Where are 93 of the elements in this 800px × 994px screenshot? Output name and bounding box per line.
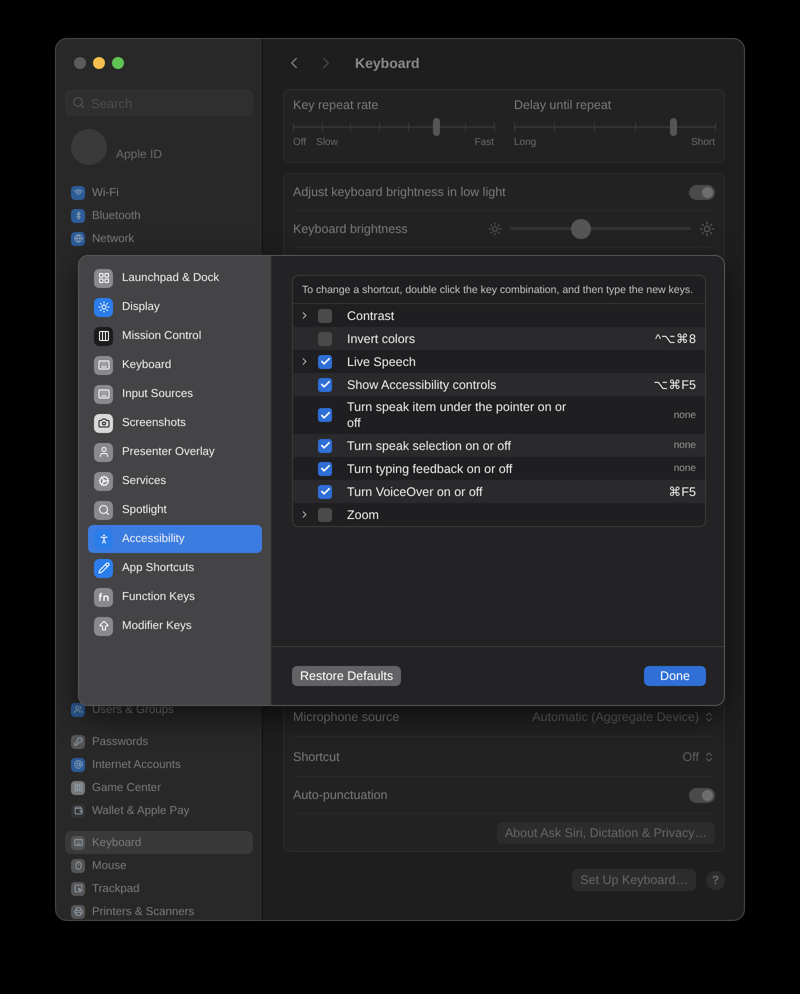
shortcut-label: Turn speak item under the pointer on or off <box>347 399 568 432</box>
checkbox[interactable] <box>318 508 332 522</box>
checkbox[interactable] <box>318 354 332 368</box>
checkbox[interactable] <box>318 484 332 498</box>
people-icon <box>71 702 85 716</box>
checkbox[interactable] <box>318 378 332 392</box>
camera-icon <box>94 414 113 432</box>
search-icon <box>94 500 113 520</box>
checkbox[interactable] <box>318 462 332 476</box>
slider-thumb[interactable] <box>670 118 677 136</box>
restore-defaults-button[interactable]: Restore Defaults <box>292 666 402 686</box>
minimize-window-button[interactable] <box>93 57 105 69</box>
slider-caption: Long <box>514 137 536 148</box>
category-item[interactable]: Presenter Overlay <box>88 438 262 466</box>
category-item[interactable]: Services <box>88 467 262 495</box>
windows-icon <box>94 326 113 346</box>
setting-label: Microphone source <box>293 710 400 724</box>
slider-caption: Fast <box>474 137 494 148</box>
slider-caption: Off <box>293 137 306 148</box>
shortcut-label: Zoom <box>347 506 380 524</box>
shortcut-label: Show Accessibility controls <box>347 376 498 394</box>
bluetooth-icon <box>71 208 85 222</box>
slider-label: Delay until repeat <box>514 98 612 112</box>
category-item[interactable]: Screenshots <box>88 409 262 437</box>
grid-icon <box>94 268 113 288</box>
key-combination[interactable]: ⌥⌘F5 <box>653 377 696 392</box>
slider-thumb[interactable] <box>570 219 591 239</box>
accessibility-icon <box>94 530 113 548</box>
printer-icon <box>71 904 85 918</box>
search-icon <box>72 96 85 109</box>
slider-caption: Short <box>691 137 715 148</box>
grid-icon <box>71 780 85 794</box>
up-down-chevron-icon <box>703 750 715 762</box>
category-item[interactable]: Spotlight <box>88 496 262 524</box>
shortcut-row[interactable]: Turn speak selection on or off none <box>293 434 705 457</box>
slider-label: Key repeat rate <box>293 98 380 112</box>
gears-icon <box>94 472 113 490</box>
key-combination[interactable]: none <box>674 463 696 474</box>
shortcut-label: Contrast <box>347 308 396 324</box>
mouse-icon <box>71 858 85 872</box>
slider-caption: Slow <box>316 137 338 148</box>
page-title: Keyboard <box>355 55 420 71</box>
up-down-chevron-icon <box>703 710 715 722</box>
person-icon <box>94 442 113 462</box>
checkbox[interactable] <box>318 438 332 452</box>
setting-label: Shortcut <box>293 750 340 764</box>
keyboard-icon <box>94 384 113 404</box>
category-item[interactable]: Keyboard <box>88 351 262 379</box>
fn-icon <box>94 588 113 606</box>
trackpad-icon <box>71 882 85 896</box>
checkbox[interactable] <box>318 332 332 346</box>
shortcut-label: Invert colors <box>347 330 416 348</box>
sun-icon <box>94 298 113 316</box>
category-item[interactable]: Function Keys <box>88 583 262 611</box>
globe-icon <box>71 232 85 246</box>
wifi-icon <box>71 186 85 200</box>
category-item[interactable]: App Shortcuts <box>88 554 262 582</box>
close-window-button[interactable] <box>74 57 86 69</box>
shortcut-row[interactable]: Show Accessibility controls ⌥⌘F5 <box>293 373 705 396</box>
toggle-switch[interactable] <box>689 184 715 200</box>
category-item[interactable]: Accessibility <box>88 525 262 553</box>
shift-arrow-icon <box>94 616 113 636</box>
key-combination[interactable]: none <box>674 410 696 420</box>
key-combination[interactable]: ^⌥⌘8 <box>655 331 696 346</box>
setting-label: Keyboard brightness <box>293 222 408 236</box>
category-item[interactable]: Modifier Keys <box>88 612 262 640</box>
slider-thumb[interactable] <box>432 118 440 136</box>
shortcut-label: Turn VoiceOver on or off <box>347 484 484 500</box>
key-icon <box>71 734 85 748</box>
zoom-window-button[interactable] <box>112 57 124 69</box>
checkbox[interactable] <box>318 408 332 422</box>
key-combination[interactable]: none <box>674 440 696 451</box>
shortcut-label: Turn speak selection on or off <box>347 438 512 455</box>
keyboard-icon <box>71 836 85 850</box>
key-combination[interactable]: ⌘F5 <box>668 484 696 499</box>
at-sign-icon <box>71 758 85 772</box>
category-item[interactable]: Display <box>88 293 262 321</box>
dim-sun-icon <box>488 222 502 236</box>
shortcut-label: Live Speech <box>347 354 417 371</box>
setting-label: Auto-punctuation <box>293 788 388 802</box>
category-item[interactable]: Input Sources <box>88 380 262 408</box>
bright-sun-icon <box>699 221 715 237</box>
shortcut-label: Turn typing feedback on or off <box>347 460 514 478</box>
shortcut-row[interactable]: Turn VoiceOver on or off ⌘F5 <box>293 480 705 503</box>
setting-label: Adjust keyboard brightness in low light <box>293 185 506 199</box>
checkbox[interactable] <box>318 308 332 322</box>
keyboard-icon <box>94 356 113 374</box>
wallet-icon <box>71 804 85 818</box>
category-item[interactable]: Launchpad & Dock <box>88 264 262 292</box>
category-item[interactable]: Mission Control <box>88 322 262 350</box>
shortcut-row[interactable]: Invert colors ^⌥⌘8 <box>293 327 705 350</box>
toggle-switch[interactable] <box>689 788 715 802</box>
done-button[interactable]: Done <box>644 666 706 686</box>
